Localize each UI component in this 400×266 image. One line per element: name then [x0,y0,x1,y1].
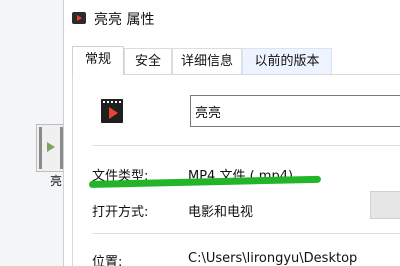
play-icon [47,142,55,152]
video-file-icon [100,98,124,124]
opens-with-value: 电影和电视 [188,205,254,220]
desktop-background: 亮 [0,0,70,266]
title-bar[interactable]: 亮亮 属性 [64,0,400,36]
section-divider [92,145,400,146]
properties-dialog: 亮亮 属性 常规 安全 详细信息 以前的版本 文件类型: MP4 文件 (.mp… [63,0,400,266]
section-divider [92,233,400,234]
tab-strip: 常规 安全 详细信息 以前的版本 [72,46,400,75]
desktop-video-file-icon[interactable] [36,124,66,172]
location-label: 位置: [92,255,123,266]
tab-previous-versions[interactable]: 以前的版本 [242,48,332,74]
file-name-field[interactable] [190,95,400,127]
tab-general[interactable]: 常规 [72,46,124,75]
opens-with-label: 打开方式: [92,205,149,220]
desktop-file-label[interactable]: 亮 [50,172,62,189]
screenshot-root: 亮 亮亮 属性 常规 安全 详细信息 以前的版本 文件类型: MP4 文件 (.… [0,0,400,266]
tab-details[interactable]: 详细信息 [172,48,242,74]
general-tab-panel: 文件类型: MP4 文件 (.mp4) 打开方式: 电影和电视 位置: C:\U… [72,74,400,266]
location-value: C:\Users\lirongyu\Desktop [188,251,358,266]
video-app-icon [72,12,86,24]
tab-security[interactable]: 安全 [124,48,172,74]
change-button[interactable] [370,191,400,219]
window-title: 亮亮 属性 [94,12,155,28]
